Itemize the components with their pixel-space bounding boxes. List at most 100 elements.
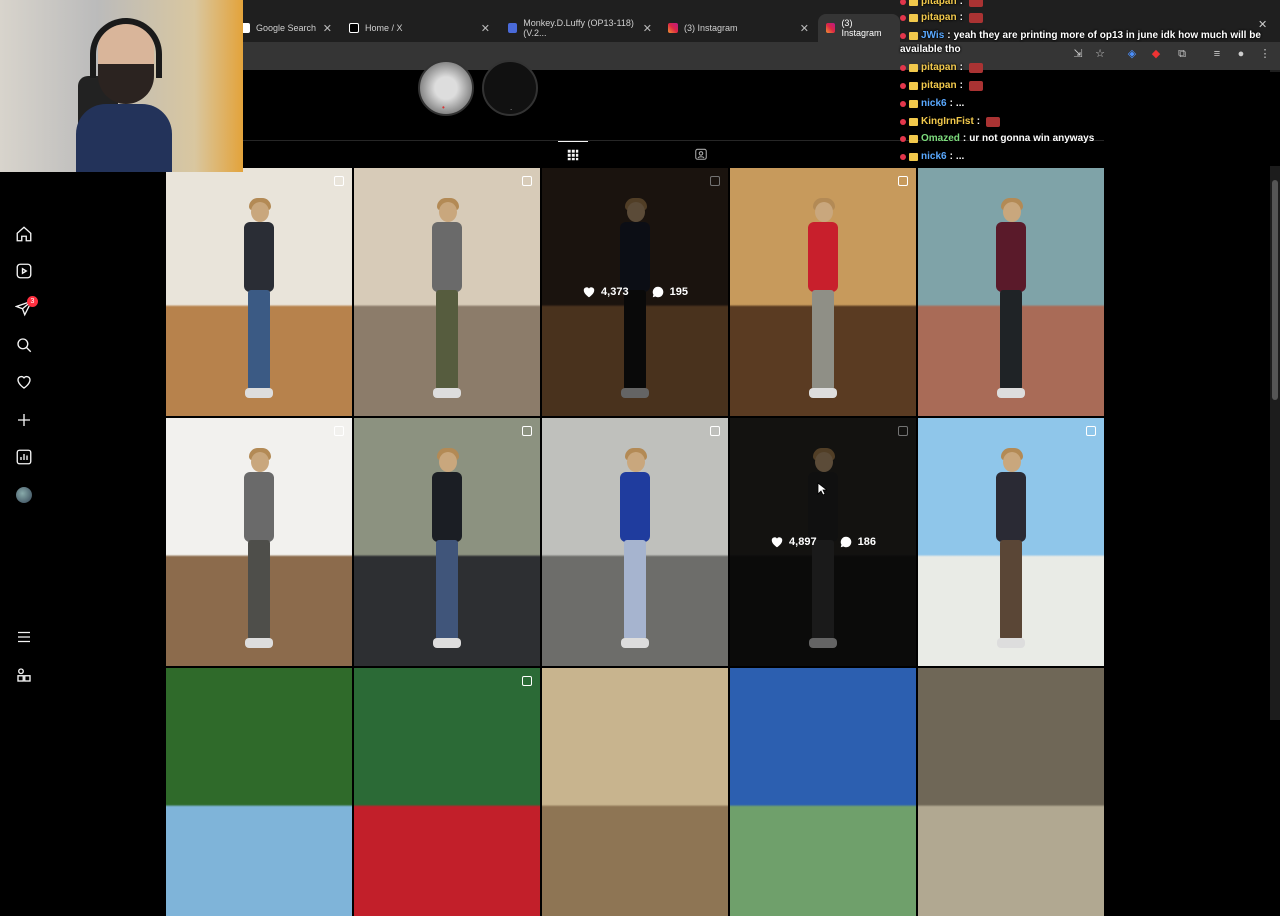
person-figure <box>618 448 652 652</box>
close-icon[interactable]: ✕ <box>643 22 652 35</box>
plus-icon[interactable] <box>14 410 34 430</box>
crown-badge-icon <box>909 134 918 143</box>
likes-count: 4,373 <box>601 286 629 298</box>
tab-instagram-active[interactable]: (3) Instagram <box>818 14 900 42</box>
post-tile-suv-street[interactable] <box>354 418 540 666</box>
heart-icon <box>583 287 595 298</box>
headset-icon <box>90 18 162 78</box>
carousel-icon <box>710 426 720 436</box>
chat-separator: : <box>959 12 963 23</box>
tab-luffy-card[interactable]: Monkey.D.Luffy (OP13-118) (V.2... ✕ <box>500 14 658 42</box>
emote-icon <box>968 80 983 91</box>
close-icon[interactable]: ✕ <box>800 22 809 35</box>
badge-icon <box>900 153 906 160</box>
highlight-story[interactable] <box>418 60 474 116</box>
comments-stat: 186 <box>839 535 876 549</box>
scroll-thumb[interactable] <box>1272 180 1278 400</box>
close-icon[interactable]: ✕ <box>323 22 332 35</box>
streamer <box>76 18 172 172</box>
badge-icon <box>900 14 906 21</box>
post-tile-high-rise-window[interactable] <box>918 418 1104 666</box>
post-tile-staircase[interactable]: 4,373 195 <box>542 168 728 416</box>
chat-separator: : <box>959 80 963 91</box>
comment-icon <box>652 286 663 298</box>
post-tile-mercedes-park[interactable] <box>542 418 728 666</box>
x-icon <box>349 23 359 33</box>
tab-x-home[interactable]: Home / X ✕ <box>341 14 496 42</box>
reels-icon[interactable] <box>14 261 34 281</box>
instagram-icon <box>668 23 678 33</box>
post-tile-balcony[interactable] <box>918 168 1104 416</box>
tab-instagram-1[interactable]: (3) Instagram ✕ <box>660 14 815 42</box>
tab-label: (3) Instagram <box>841 18 882 38</box>
chat-username: Omazed <box>921 133 960 144</box>
post-tile-stone-doorway[interactable] <box>730 168 916 416</box>
post-tile-city-building[interactable] <box>730 668 916 916</box>
post-tile-kitchen[interactable] <box>166 168 352 416</box>
chat-message: nick6:... <box>900 98 964 109</box>
notification-badge: 3 <box>27 296 38 307</box>
emote-icon <box>968 12 983 23</box>
badge-icon <box>900 32 906 39</box>
home-icon[interactable] <box>14 224 34 244</box>
chat-username: nick6 <box>921 151 947 162</box>
close-icon[interactable]: ✕ <box>481 22 490 35</box>
badge-icon <box>900 82 906 89</box>
highlight-label: • <box>442 103 445 112</box>
chat-text: ur not gonna win anyways <box>969 133 1095 144</box>
post-tile-game-room[interactable] <box>354 168 540 416</box>
avatar[interactable] <box>16 487 32 503</box>
post-tile-dark-restaurant[interactable]: 4,897 186 <box>730 418 916 666</box>
badge-icon <box>900 135 906 142</box>
apps-icon[interactable] <box>14 665 34 685</box>
tab-google-search[interactable]: Google Search ✕ <box>232 14 338 42</box>
crown-badge-icon <box>909 0 918 6</box>
likes-count: 4,897 <box>789 536 817 548</box>
document-icon <box>508 23 518 33</box>
person-figure <box>430 198 464 402</box>
crown-badge-icon <box>909 81 918 90</box>
person-figure <box>242 448 276 652</box>
tab-tagged[interactable] <box>686 141 716 167</box>
post-tile-chandelier[interactable] <box>542 668 728 916</box>
post-tile-white-door[interactable] <box>166 418 352 666</box>
post-image <box>730 668 916 916</box>
grid-icon <box>567 149 579 160</box>
carousel-icon <box>522 176 532 186</box>
page-scrollbar[interactable] <box>1270 166 1280 720</box>
chat-username: JWis <box>921 30 945 41</box>
chat-message: KingIrnFist: <box>900 116 1001 127</box>
chat-text: ... <box>955 151 965 162</box>
badge-icon <box>900 118 906 125</box>
carousel-icon <box>898 176 908 186</box>
tab-posts[interactable] <box>558 141 588 167</box>
heart-icon[interactable] <box>14 372 34 392</box>
badge-icon <box>900 100 906 107</box>
heart-icon <box>771 537 783 548</box>
crown-badge-icon <box>909 152 918 161</box>
post-tile-storefront[interactable] <box>354 668 540 916</box>
post-image <box>354 668 540 916</box>
tab-label: Home / X <box>365 23 403 33</box>
crown-badge-icon <box>909 117 918 126</box>
chat-username: pitapan <box>921 12 957 23</box>
comments-stat: 195 <box>651 285 688 299</box>
search-icon[interactable] <box>14 335 34 355</box>
chat-username: nick6 <box>921 98 947 109</box>
chat-message: pitapan: <box>900 62 983 73</box>
carousel-icon <box>522 676 532 686</box>
emote-icon <box>968 0 983 7</box>
chart-icon[interactable] <box>14 447 34 467</box>
post-image <box>542 668 728 916</box>
menu-icon[interactable] <box>14 627 34 647</box>
tab-label: Google Search <box>256 23 317 33</box>
post-tile-sketch-wall[interactable] <box>918 668 1104 916</box>
crown-badge-icon <box>909 63 918 72</box>
chat-message: JWis: yeah they are printing more of op13… <box>900 30 1261 41</box>
comment-icon <box>840 536 851 548</box>
chat-text: available tho <box>900 44 961 55</box>
crown-badge-icon <box>909 99 918 108</box>
post-tile-trees[interactable] <box>166 668 352 916</box>
person-figure <box>430 448 464 652</box>
stream-chat: pitapan: pitapan: JWis: yeah they are print… <box>896 0 1280 166</box>
